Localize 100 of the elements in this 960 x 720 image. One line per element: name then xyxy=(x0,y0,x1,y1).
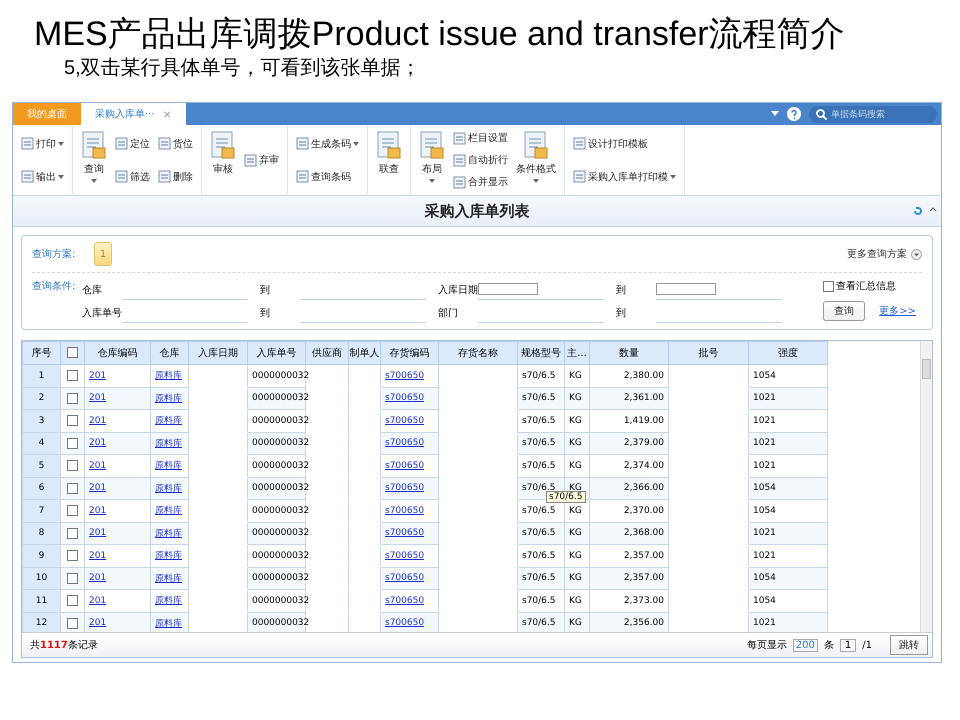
document-icon xyxy=(376,131,402,159)
table-cell: 2,380.00 xyxy=(590,364,668,387)
caret-icon xyxy=(670,174,676,178)
collapse-icon[interactable] xyxy=(929,206,937,212)
caret-icon xyxy=(58,142,64,146)
toolbar-button[interactable]: 设计打印模板 xyxy=(571,136,678,152)
column-header[interactable]: 规格型号 xyxy=(518,342,564,364)
input-field[interactable] xyxy=(656,283,716,295)
document-icon xyxy=(115,170,128,183)
column-header[interactable]: 存货名称 xyxy=(438,342,518,364)
table-link[interactable]: 201 xyxy=(89,618,106,628)
table-cell: 2,357.00 xyxy=(590,544,668,567)
slide-title: MES产品出库调拨Product issue and transfer流程简介 xyxy=(34,14,846,54)
caret-icon xyxy=(58,174,64,178)
page-size-field[interactable]: 200 xyxy=(792,638,818,652)
caret-icon[interactable] xyxy=(771,111,779,117)
checkbox[interactable] xyxy=(67,460,78,472)
column-header[interactable]: 主... xyxy=(564,342,590,364)
refresh-icon[interactable] xyxy=(913,206,923,216)
toolbar-button[interactable]: 查询 xyxy=(79,127,109,193)
more-schemes-label[interactable]: 更多查询方案 xyxy=(847,247,907,261)
checkbox[interactable] xyxy=(67,415,78,426)
checkbox[interactable] xyxy=(67,528,78,539)
toolbar-button[interactable]: 联查 xyxy=(374,127,404,193)
toolbar-button[interactable]: 栏目设置 xyxy=(451,130,510,146)
jump-button[interactable]: 跳转 xyxy=(890,635,928,655)
column-header[interactable]: 存货编码 xyxy=(380,342,438,364)
checkbox[interactable] xyxy=(67,595,78,606)
page-field[interactable]: 1 xyxy=(840,638,856,652)
column-header[interactable]: 入库日期 xyxy=(188,342,248,364)
checkbox[interactable] xyxy=(67,550,78,562)
document-icon xyxy=(115,137,128,150)
column-header[interactable]: 批号 xyxy=(668,342,748,364)
table-link[interactable]: 201 xyxy=(89,528,106,538)
column-header[interactable]: 制单人 xyxy=(348,342,380,364)
toolbar-button[interactable]: 货位 xyxy=(156,136,195,152)
table-cell: 1054 xyxy=(748,364,828,387)
table-cell: 2,361.00 xyxy=(590,387,668,410)
toolbar-button[interactable]: 合并显示 xyxy=(451,174,510,190)
field-label: 条 xyxy=(824,639,834,652)
table-link[interactable]: 201 xyxy=(89,370,106,381)
field-label: 查询条件: xyxy=(32,280,76,294)
column-header[interactable]: 入库单号 xyxy=(248,342,306,364)
column-header[interactable]: 仓库编码 xyxy=(84,342,150,364)
document-icon xyxy=(419,131,445,159)
search-field[interactable]: 单据条码搜索 xyxy=(809,106,937,122)
document-icon xyxy=(296,170,309,183)
checkbox[interactable] xyxy=(67,347,78,358)
table-link[interactable]: 201 xyxy=(89,393,106,404)
table-cell: 2,374.00 xyxy=(590,454,668,477)
document-icon xyxy=(158,137,171,150)
toolbar-button[interactable]: 采购入库单打印模 xyxy=(571,168,678,184)
toolbar-button[interactable]: 审核 xyxy=(208,127,238,193)
table-link[interactable]: 201 xyxy=(89,460,106,471)
table-cell: 1054 xyxy=(748,477,828,500)
checkbox[interactable] xyxy=(67,505,78,516)
toolbar-button[interactable]: 生成条码 xyxy=(294,136,361,152)
toolbar-button[interactable]: 定位 xyxy=(113,136,152,152)
toolbar-button[interactable]: 自动折行 xyxy=(451,152,510,168)
scrollbar[interactable] xyxy=(920,341,932,632)
table-cell: s70/6.5 xyxy=(518,432,564,454)
checkbox[interactable] xyxy=(67,572,78,584)
more-link[interactable]: 更多>> xyxy=(879,304,916,318)
toolbar-button[interactable]: 布局 xyxy=(417,127,447,193)
column-header[interactable]: 供应商 xyxy=(306,342,348,364)
table-link[interactable]: 201 xyxy=(89,483,106,494)
toolbar-button[interactable]: 删除 xyxy=(156,168,195,184)
column-header[interactable]: 仓库 xyxy=(150,342,188,364)
checkbox[interactable] xyxy=(67,370,78,382)
toolbar-button[interactable]: 打印 xyxy=(19,136,66,152)
table-link[interactable]: 201 xyxy=(89,596,106,606)
table-cell: 2,373.00 xyxy=(590,590,668,612)
checkbox[interactable] xyxy=(67,392,78,404)
checkbox[interactable] xyxy=(67,482,78,494)
checkbox[interactable] xyxy=(67,618,78,629)
query-button[interactable]: 查询 xyxy=(823,301,866,321)
column-header[interactable]: 强度 xyxy=(748,342,828,364)
toolbar-button[interactable]: 查询条码 xyxy=(294,168,361,184)
table-link[interactable]: 201 xyxy=(89,506,106,516)
row-number: 2 xyxy=(22,387,60,410)
input-field[interactable] xyxy=(478,283,538,295)
table-link[interactable]: 201 xyxy=(89,416,106,426)
row-number: 6 xyxy=(22,477,60,500)
table-cell: s70/6.5 xyxy=(518,567,564,590)
toolbar-button[interactable]: 筛选 xyxy=(113,168,152,184)
help-icon[interactable] xyxy=(787,107,801,121)
toolbar-button[interactable]: 输出 xyxy=(19,168,66,184)
checkbox[interactable] xyxy=(67,438,78,449)
caret-icon xyxy=(533,179,539,183)
tab[interactable]: 采购入库单··· × xyxy=(81,103,186,125)
column-header[interactable]: 序号 xyxy=(22,342,60,364)
field-label: 到 xyxy=(616,306,627,320)
table-link[interactable]: 201 xyxy=(89,573,106,584)
dropdown-icon[interactable] xyxy=(911,248,922,260)
checkbox[interactable] xyxy=(823,280,834,292)
toolbar-button[interactable]: 弃审 xyxy=(242,152,281,168)
toolbar-button[interactable]: 条件格式 xyxy=(514,127,558,193)
table-link[interactable]: 201 xyxy=(89,550,106,561)
table-link[interactable]: 201 xyxy=(89,438,106,448)
column-header[interactable]: 数量 xyxy=(590,342,668,364)
